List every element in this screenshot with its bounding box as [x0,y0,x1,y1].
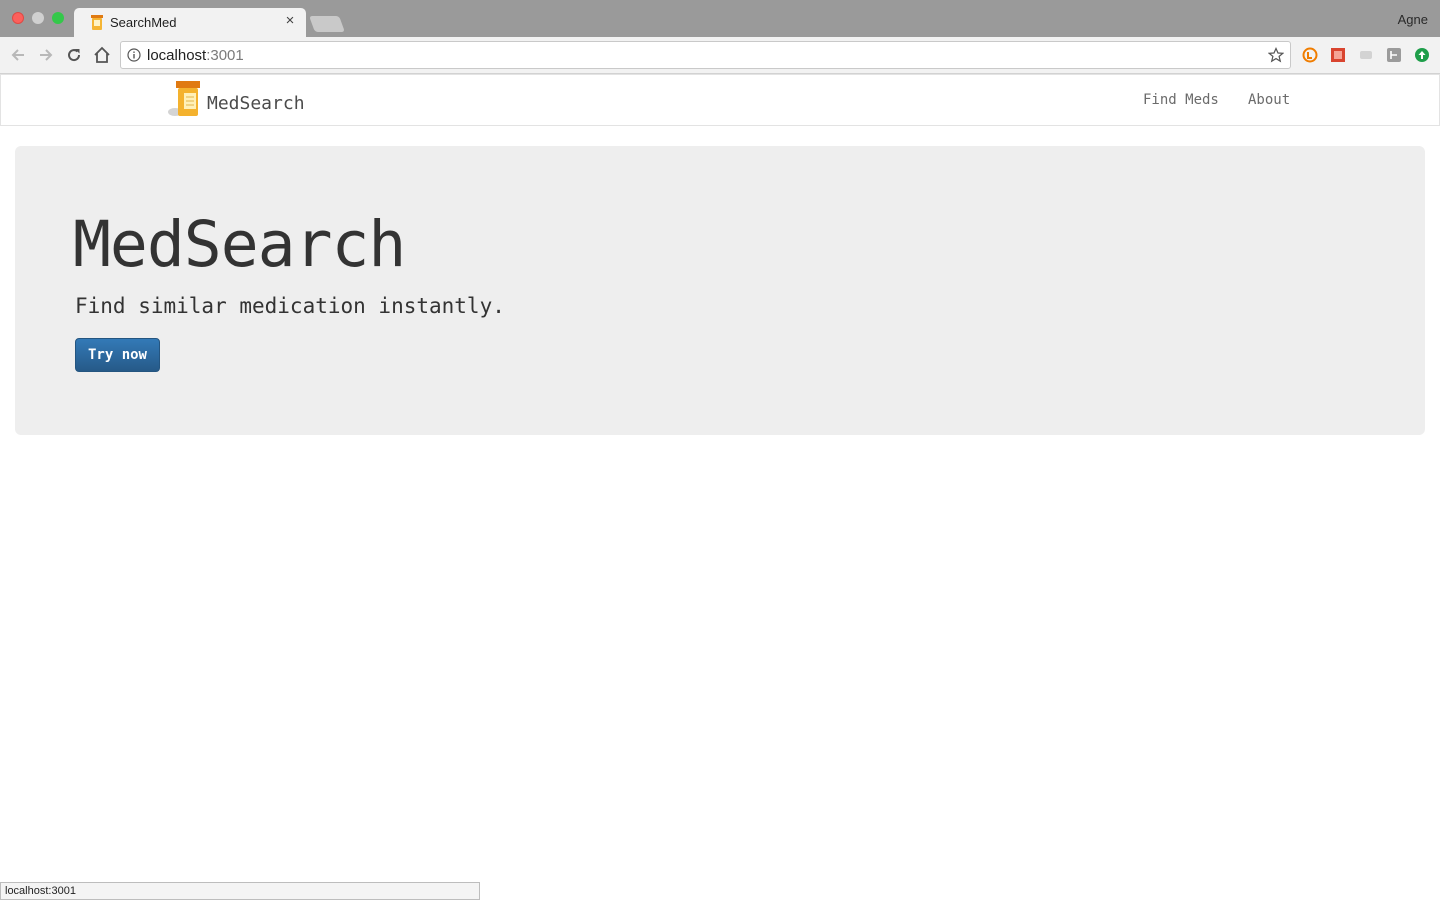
close-icon[interactable]: × [282,13,298,29]
hero-jumbotron: MedSearch Find similar medication instan… [15,146,1425,435]
browser-toolbar: localhost:3001 [0,37,1440,74]
profile-name[interactable]: Agne [1398,12,1428,27]
extension-box-icon[interactable] [1386,47,1402,63]
url-host: localhost [147,47,207,64]
site-navbar: MedSearch Find Meds About [0,74,1440,126]
status-bar: localhost:3001 [0,882,480,900]
reload-icon[interactable] [64,45,84,65]
nav-about[interactable]: About [1248,92,1290,108]
new-tab-button[interactable] [309,16,345,32]
extension-green-icon[interactable] [1414,47,1430,63]
info-icon[interactable] [127,48,141,62]
url-port: :3001 [206,47,244,64]
pill-bottle-icon[interactable] [167,80,203,118]
hero-title: MedSearch [73,208,406,281]
page-content: MedSearch Find Meds About MedSearch Find… [0,74,1440,900]
hero-subtitle: Find similar medication instantly. [75,294,505,318]
window-close-button[interactable] [12,12,24,24]
pill-bottle-icon [91,15,103,30]
tab-strip: SearchMed × Agne [0,0,1440,37]
home-icon[interactable] [92,45,112,65]
window-minimize-button[interactable] [32,12,44,24]
back-arrow-icon[interactable] [8,45,28,65]
tab-title: SearchMed [110,15,177,30]
extension-red-icon[interactable] [1330,47,1346,63]
url-text: localhost:3001 [147,47,244,64]
window-maximize-button[interactable] [52,12,64,24]
brand-name[interactable]: MedSearch [207,93,305,114]
nav-find-meds[interactable]: Find Meds [1143,92,1219,108]
extension-grey-icon[interactable] [1358,47,1374,63]
extension-orange-icon[interactable] [1302,47,1318,63]
forward-arrow-icon[interactable] [36,45,56,65]
browser-tab[interactable]: SearchMed × [74,8,306,37]
address-bar[interactable]: localhost:3001 [120,41,1291,69]
star-icon[interactable] [1268,47,1284,63]
try-now-button[interactable]: Try now [75,338,160,372]
